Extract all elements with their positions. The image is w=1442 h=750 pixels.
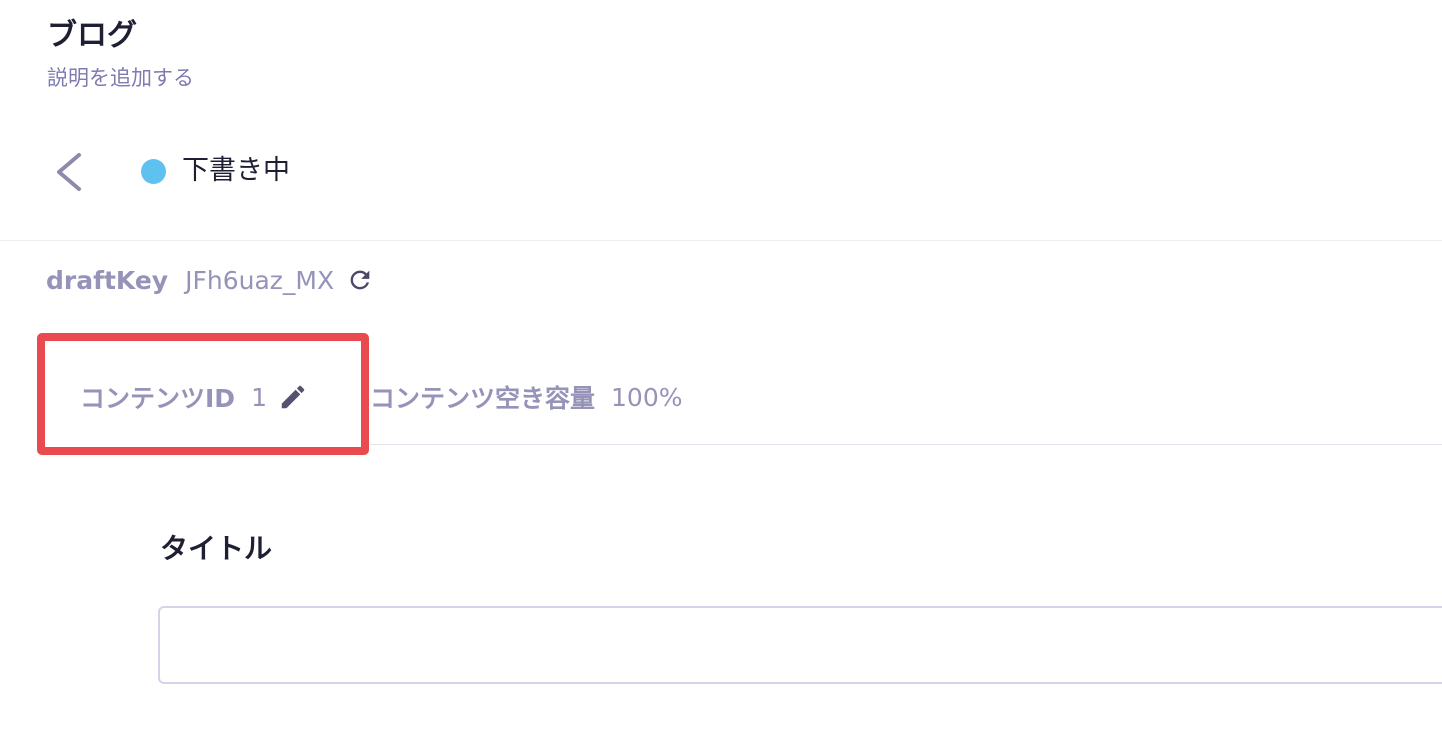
- add-description-link[interactable]: 説明を追加する: [47, 64, 194, 92]
- chevron-left-icon: [57, 153, 81, 191]
- draft-key-row: draftKey JFh6uaz_MX: [46, 262, 374, 298]
- pencil-icon[interactable]: [278, 382, 308, 412]
- status-text: 下書き中: [182, 155, 290, 186]
- content-id-value: 1: [251, 382, 267, 412]
- title-input[interactable]: [158, 606, 1442, 684]
- content-capacity-label: コンテンツ空き容量: [370, 384, 596, 413]
- status-indicator-dot: [141, 159, 166, 184]
- refresh-icon[interactable]: [346, 266, 374, 294]
- content-id-label: コンテンツID: [80, 384, 236, 413]
- draft-key-label: draftKey: [46, 265, 169, 295]
- header-divider: [0, 240, 1442, 241]
- content-capacity: コンテンツ空き容量 100%: [370, 377, 683, 417]
- content-id-field: コンテンツID 1: [80, 377, 308, 417]
- content-capacity-value: 100%: [611, 382, 683, 412]
- title-field-label: タイトル: [160, 532, 273, 565]
- page: ブログ 説明を追加する 下書き中 draftKey JFh6uaz_MX コンテ…: [0, 0, 1442, 750]
- draft-key-value: JFh6uaz_MX: [185, 265, 335, 295]
- page-title: ブログ: [47, 18, 137, 53]
- meta-divider: [370, 444, 1442, 445]
- back-button[interactable]: [50, 150, 90, 194]
